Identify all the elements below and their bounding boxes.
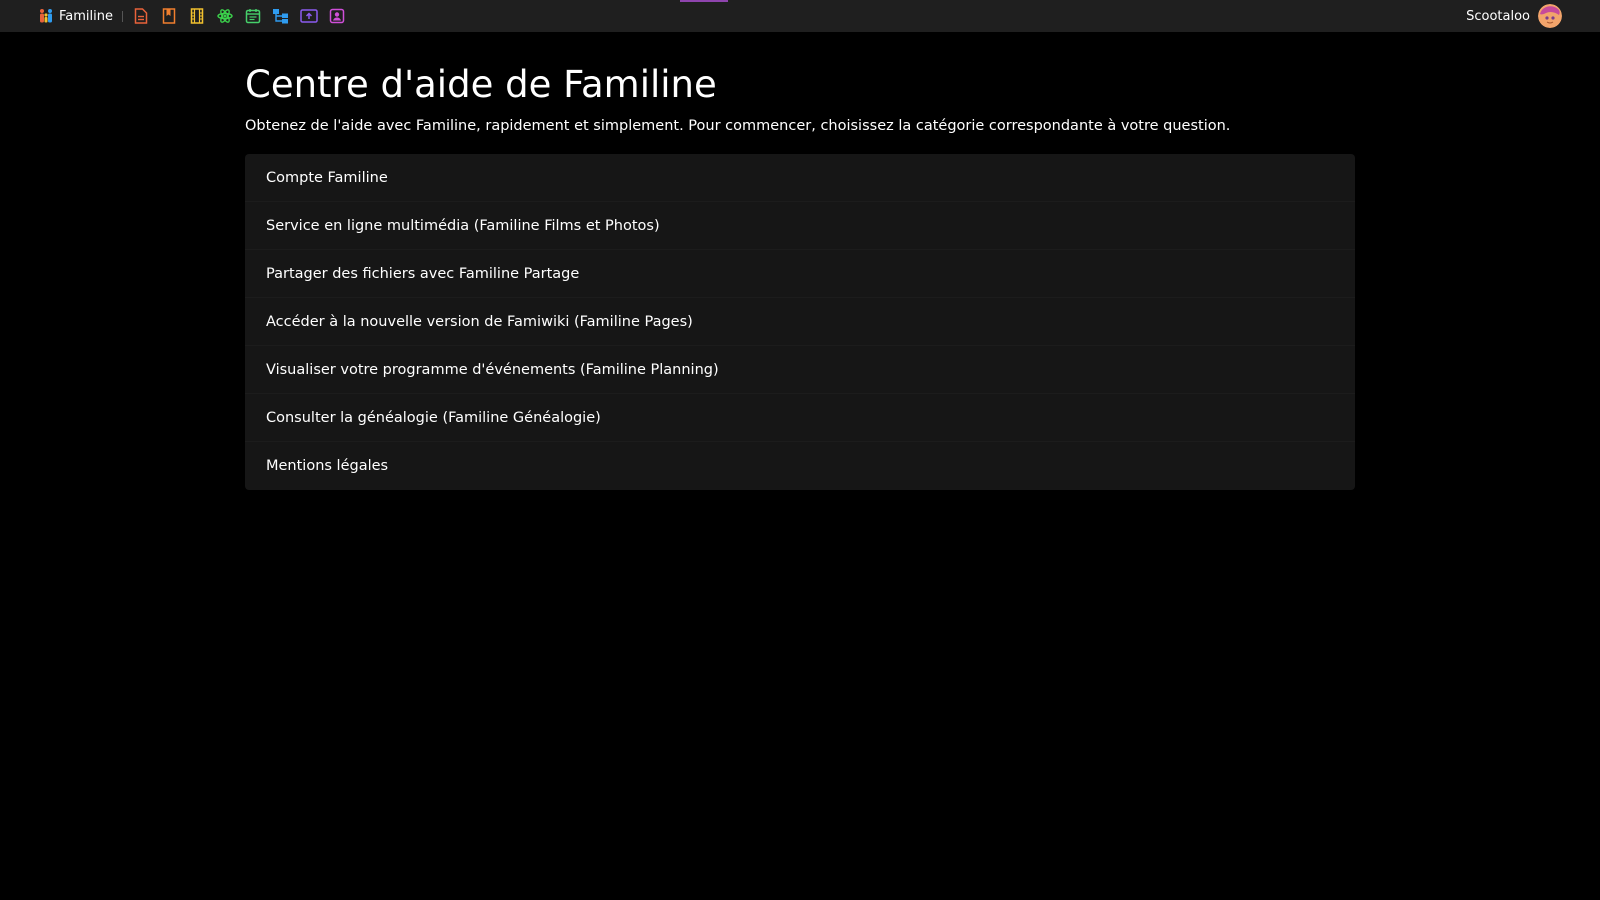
category-list: Compte Familine Service en ligne multimé… [245,154,1355,490]
category-file-sharing[interactable]: Partager des fichiers avec Familine Part… [245,250,1355,298]
help-center: Centre d'aide de Familine Obtenez de l'a… [245,32,1355,490]
category-pages[interactable]: Accéder à la nouvelle version de Famiwik… [245,298,1355,346]
category-planning[interactable]: Visualiser votre programme d'événements … [245,346,1355,394]
category-genealogy[interactable]: Consulter la généalogie (Familine Généal… [245,394,1355,442]
category-multimedia[interactable]: Service en ligne multimédia (Familine Fi… [245,202,1355,250]
avatar[interactable] [1538,4,1562,28]
top-bar: Familine Scootaloo [0,0,1600,32]
app-launcher [132,0,346,32]
upload-box-icon[interactable] [300,7,318,25]
page-subtitle: Obtenez de l'aide avec Familine, rapidem… [245,118,1231,134]
brand-link[interactable]: Familine [38,0,113,32]
film-icon[interactable] [188,7,206,25]
user-name: Scootaloo [1466,8,1530,24]
active-indicator [680,0,728,2]
user-menu[interactable]: Scootaloo [1466,0,1562,32]
family-icon [38,8,54,24]
atom-icon[interactable] [216,7,234,25]
bookmark-icon[interactable] [160,7,178,25]
divider [122,11,123,22]
calendar-icon[interactable] [244,7,262,25]
category-account[interactable]: Compte Familine [245,154,1355,202]
category-legal[interactable]: Mentions légales [245,442,1355,490]
page-title: Centre d'aide de Familine [245,63,717,106]
document-icon[interactable] [132,7,150,25]
tree-icon[interactable] [272,7,290,25]
contact-card-icon[interactable] [328,7,346,25]
brand-label: Familine [59,8,113,24]
